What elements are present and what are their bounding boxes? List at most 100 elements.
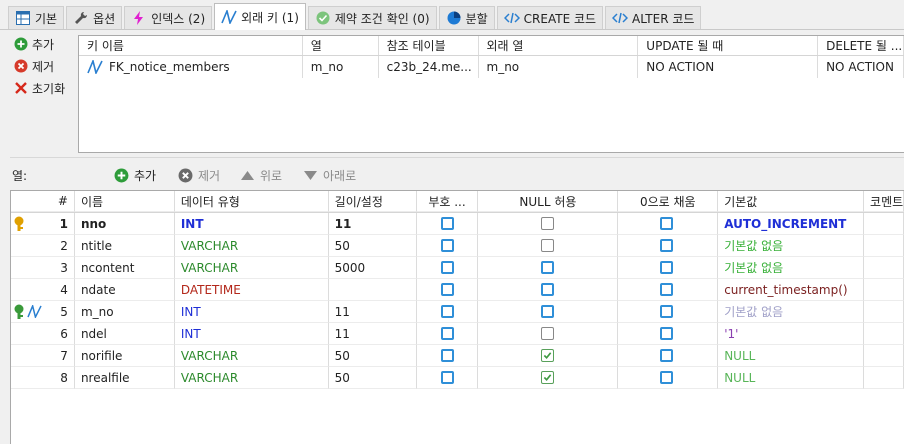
data-type-cell[interactable]: VARCHAR bbox=[174, 345, 329, 367]
table-row[interactable]: 5 m_no INT 11 기본값 없음 bbox=[11, 301, 904, 323]
tab-foreign-keys[interactable]: 외래 키 (1) bbox=[214, 3, 306, 30]
fk-header-foreign-column[interactable]: 외래 열 bbox=[479, 36, 639, 55]
zerofill-cell[interactable] bbox=[618, 213, 719, 235]
tab-indexes[interactable]: 인덱스 (2) bbox=[124, 6, 213, 29]
zerofill-cell[interactable] bbox=[618, 301, 719, 323]
table-row[interactable]: 6 ndel INT 11 '1' bbox=[11, 323, 904, 345]
comment-cell[interactable] bbox=[864, 323, 904, 345]
data-type-cell[interactable]: VARCHAR bbox=[174, 257, 329, 279]
nullable-checkbox[interactable] bbox=[541, 217, 555, 230]
data-type-cell[interactable]: INT bbox=[174, 323, 329, 345]
row-number-cell[interactable]: 4 bbox=[50, 279, 75, 301]
header-zerofill[interactable]: 0으로 채움 bbox=[618, 191, 719, 212]
length-cell[interactable]: 11 bbox=[328, 301, 417, 323]
header-nullable[interactable]: NULL 허용 bbox=[478, 191, 619, 212]
row-number-cell[interactable]: 6 bbox=[50, 323, 75, 345]
comment-cell[interactable] bbox=[864, 345, 904, 367]
table-row[interactable]: 3 ncontent VARCHAR 5000 기본값 없음 bbox=[11, 257, 904, 279]
data-type-cell[interactable]: INT bbox=[174, 213, 329, 235]
length-cell[interactable]: 5000 bbox=[328, 257, 417, 279]
unsigned-checkbox[interactable] bbox=[440, 217, 454, 230]
unsigned-cell[interactable] bbox=[416, 257, 479, 279]
header-data-type[interactable]: 데이터 유형 bbox=[174, 191, 329, 212]
tab-alter-code[interactable]: ALTER 코드 bbox=[605, 6, 702, 29]
data-type-cell[interactable]: VARCHAR bbox=[174, 235, 329, 257]
nullable-checkbox[interactable] bbox=[541, 305, 555, 318]
default-cell[interactable]: NULL bbox=[718, 367, 865, 389]
row-number-cell[interactable]: 1 bbox=[50, 213, 75, 235]
unsigned-cell[interactable] bbox=[416, 235, 479, 257]
length-cell[interactable]: 50 bbox=[328, 345, 417, 367]
unsigned-checkbox[interactable] bbox=[440, 239, 454, 252]
zerofill-checkbox[interactable] bbox=[660, 217, 674, 230]
column-name-cell[interactable]: nrealfile bbox=[74, 367, 175, 389]
unsigned-checkbox[interactable] bbox=[440, 349, 454, 362]
header-name[interactable]: 이름 bbox=[74, 191, 175, 212]
zerofill-cell[interactable] bbox=[618, 279, 719, 301]
nullable-checkbox[interactable] bbox=[541, 371, 555, 384]
fk-header-ref-table[interactable]: 참조 테이블 bbox=[379, 36, 479, 55]
default-cell[interactable]: 기본값 없음 bbox=[718, 257, 865, 279]
nullable-cell[interactable] bbox=[478, 301, 619, 323]
nullable-checkbox[interactable] bbox=[541, 239, 555, 252]
length-cell[interactable]: 50 bbox=[328, 235, 417, 257]
unsigned-checkbox[interactable] bbox=[440, 283, 454, 296]
tab-options[interactable]: 옵션 bbox=[66, 6, 123, 29]
header-default[interactable]: 기본값 bbox=[718, 191, 865, 212]
length-cell[interactable]: 11 bbox=[328, 323, 417, 345]
tab-basic[interactable]: 기본 bbox=[8, 6, 65, 29]
unsigned-checkbox[interactable] bbox=[440, 371, 454, 384]
tab-create-code[interactable]: CREATE 코드 bbox=[496, 6, 604, 29]
column-down-button[interactable]: 아래로 bbox=[303, 167, 356, 184]
default-cell[interactable]: 기본값 없음 bbox=[718, 301, 865, 323]
row-number-cell[interactable]: 5 bbox=[50, 301, 75, 323]
table-row[interactable]: 1 nno INT 11 AUTO_INCREMENT bbox=[11, 213, 904, 235]
comment-cell[interactable] bbox=[864, 257, 904, 279]
data-type-cell[interactable]: INT bbox=[174, 301, 329, 323]
fk-on-update-cell[interactable]: NO ACTION bbox=[638, 56, 819, 78]
fk-foreign-column-cell[interactable]: m_no bbox=[479, 56, 639, 78]
length-cell[interactable] bbox=[328, 279, 417, 301]
nullable-cell[interactable] bbox=[478, 323, 619, 345]
fk-ref-table-cell[interactable]: c23b_24.me... bbox=[379, 56, 479, 78]
length-cell[interactable]: 11 bbox=[328, 213, 417, 235]
column-up-button[interactable]: 위로 bbox=[240, 167, 282, 184]
column-add-button[interactable]: 추가 bbox=[114, 167, 156, 184]
default-cell[interactable]: 기본값 없음 bbox=[718, 235, 865, 257]
row-number-cell[interactable]: 3 bbox=[50, 257, 75, 279]
unsigned-checkbox[interactable] bbox=[440, 261, 454, 274]
unsigned-cell[interactable] bbox=[416, 213, 479, 235]
default-cell[interactable]: NULL bbox=[718, 345, 865, 367]
nullable-checkbox[interactable] bbox=[541, 327, 555, 340]
header-number[interactable]: # bbox=[50, 191, 75, 212]
comment-cell[interactable] bbox=[864, 367, 904, 389]
tab-check-constraints[interactable]: 제약 조건 확인 (0) bbox=[307, 6, 437, 29]
zerofill-checkbox[interactable] bbox=[660, 305, 674, 318]
zerofill-cell[interactable] bbox=[618, 367, 719, 389]
unsigned-cell[interactable] bbox=[416, 345, 479, 367]
unsigned-checkbox[interactable] bbox=[440, 327, 454, 340]
zerofill-checkbox[interactable] bbox=[660, 239, 674, 252]
fk-key-name-cell[interactable]: FK_notice_members bbox=[79, 56, 303, 78]
column-remove-button[interactable]: 제거 bbox=[178, 167, 220, 184]
unsigned-cell[interactable] bbox=[416, 367, 479, 389]
default-cell[interactable]: current_timestamp() bbox=[718, 279, 865, 301]
fk-reset-button[interactable]: 초기화 bbox=[14, 78, 78, 98]
zerofill-checkbox[interactable] bbox=[660, 283, 674, 296]
nullable-checkbox[interactable] bbox=[541, 349, 555, 362]
fk-remove-button[interactable]: 제거 bbox=[14, 56, 78, 76]
column-name-cell[interactable]: ntitle bbox=[74, 235, 175, 257]
data-type-cell[interactable]: DATETIME bbox=[174, 279, 329, 301]
comment-cell[interactable] bbox=[864, 235, 904, 257]
nullable-cell[interactable] bbox=[478, 279, 619, 301]
unsigned-checkbox[interactable] bbox=[440, 305, 454, 318]
row-number-cell[interactable]: 8 bbox=[50, 367, 75, 389]
panel-splitter[interactable] bbox=[10, 157, 904, 161]
unsigned-cell[interactable] bbox=[416, 279, 479, 301]
comment-cell[interactable] bbox=[864, 279, 904, 301]
comment-cell[interactable] bbox=[864, 301, 904, 323]
zerofill-cell[interactable] bbox=[618, 323, 719, 345]
fk-header-key-name[interactable]: 키 이름 bbox=[79, 36, 303, 55]
default-cell[interactable]: AUTO_INCREMENT bbox=[718, 213, 865, 235]
column-name-cell[interactable]: ndel bbox=[74, 323, 175, 345]
